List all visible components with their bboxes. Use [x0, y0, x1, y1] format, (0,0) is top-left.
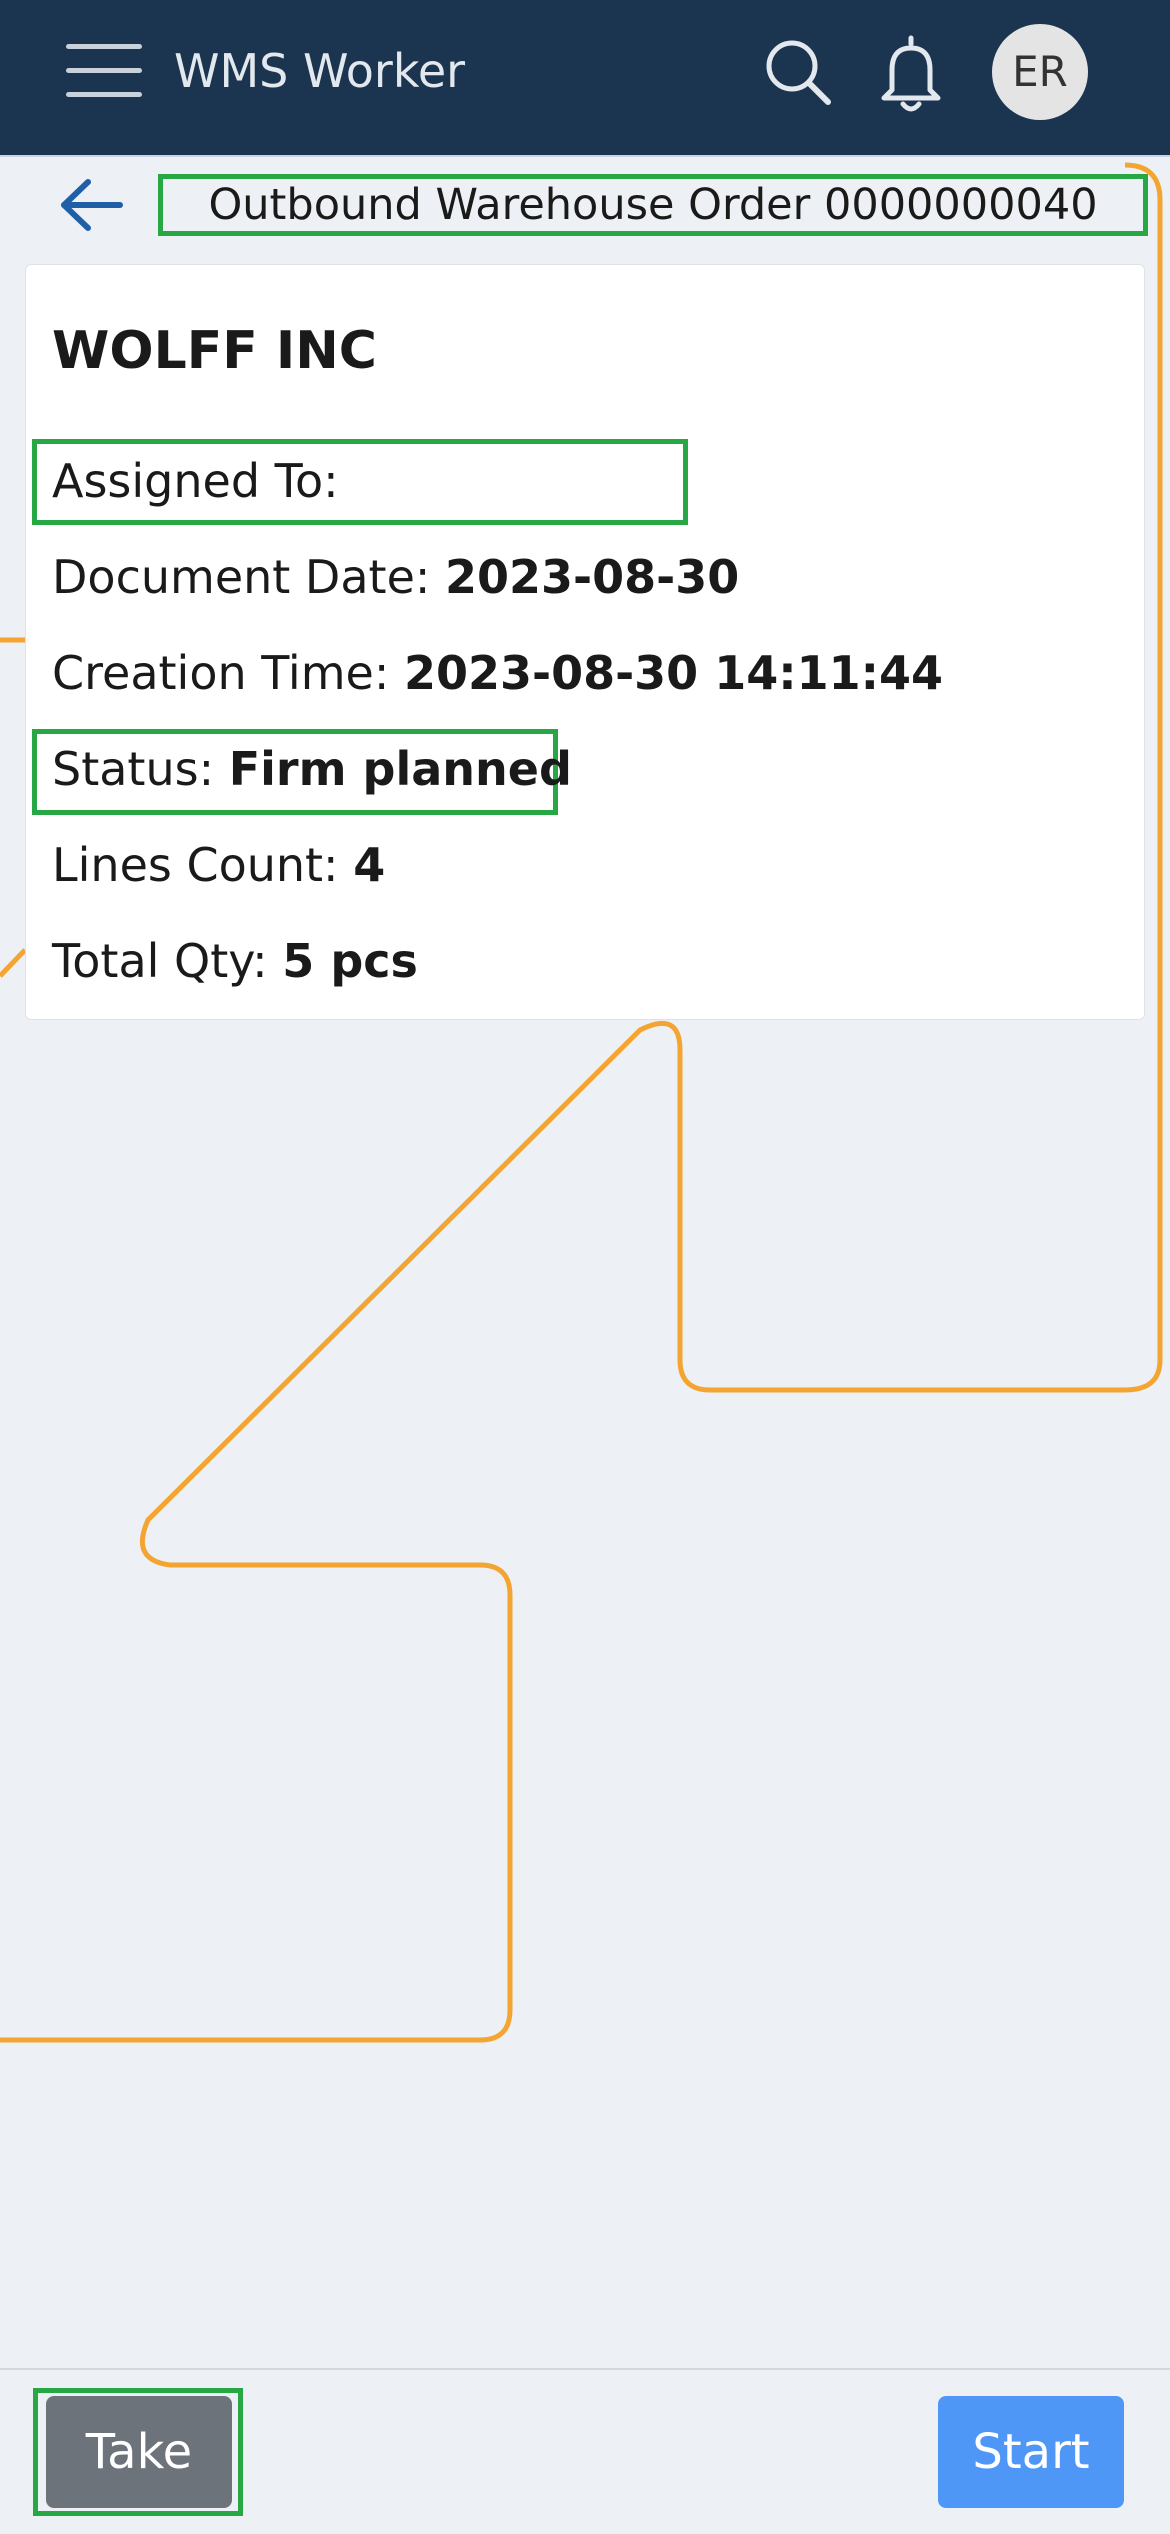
take-button[interactable]: Take [46, 2396, 232, 2508]
status-value: Firm planned [228, 742, 572, 796]
avatar[interactable]: ER [992, 24, 1088, 120]
status-label: Status: [52, 742, 215, 796]
document-date-row: Document Date: 2023-08-30 [52, 547, 739, 607]
document-date-value: 2023-08-30 [445, 550, 740, 604]
lines-count-row: Lines Count: 4 [52, 835, 385, 895]
creation-time-label: Creation Time: [52, 646, 390, 700]
total-qty-row: Total Qty: 5 pcs [52, 931, 418, 991]
start-button[interactable]: Start [938, 2396, 1124, 2508]
document-date-label: Document Date: [52, 550, 431, 604]
app-header: WMS Worker ER [0, 0, 1170, 157]
customer-name: WOLFF INC [52, 321, 377, 381]
order-details-card: WOLFF INC Assigned To: Document Date: 20… [25, 264, 1145, 1020]
total-qty-label: Total Qty: [52, 934, 268, 988]
creation-time-value: 2023-08-30 14:11:44 [403, 646, 944, 700]
lines-count-label: Lines Count: [52, 838, 339, 892]
assigned-to-row: Assigned To: [52, 451, 339, 511]
search-icon[interactable] [752, 28, 842, 118]
status-row: Status: Firm planned [52, 739, 572, 799]
app-title: WMS Worker [174, 44, 466, 98]
lines-count-value: 4 [353, 838, 386, 892]
back-arrow-icon[interactable] [54, 172, 130, 238]
page-title: Outbound Warehouse Order 0000000040 [158, 174, 1148, 236]
total-qty-value: 5 pcs [282, 934, 418, 988]
assigned-to-label: Assigned To: [52, 454, 339, 508]
hamburger-menu-icon[interactable] [66, 40, 142, 100]
creation-time-row: Creation Time: 2023-08-30 14:11:44 [52, 643, 943, 703]
bell-icon[interactable] [866, 28, 956, 118]
